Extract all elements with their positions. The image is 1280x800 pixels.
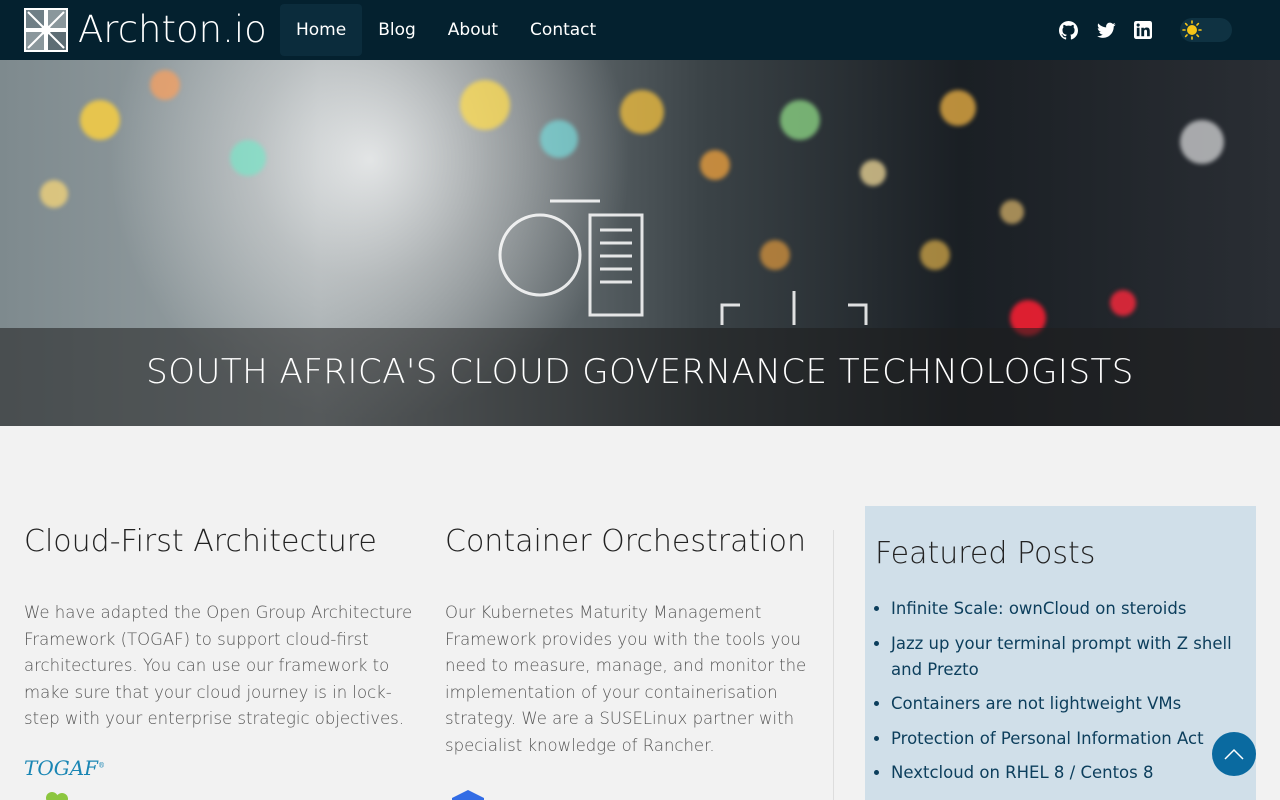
featured-post-link[interactable]: Jazz up your terminal prompt with Z shel… xyxy=(891,634,1232,679)
twitter-icon[interactable] xyxy=(1096,20,1116,40)
section-body: We have adapted the Open Group Architect… xyxy=(24,603,413,728)
hero-bokeh xyxy=(700,150,730,180)
hero-bokeh xyxy=(860,160,886,186)
container-orchestration-section: Container Orchestration Our Kubernetes M… xyxy=(445,520,835,759)
featured-post-link[interactable]: Nextcloud on RHEL 8 / Centos 8 xyxy=(891,763,1153,782)
hero-bokeh xyxy=(80,100,120,140)
nav-blog[interactable]: Blog xyxy=(362,4,432,56)
cloud-first-section: Cloud-First Architecture We have adapted… xyxy=(24,520,414,733)
hero-bokeh xyxy=(230,140,266,176)
list-item: Protection of Personal Information Act xyxy=(891,726,1246,752)
nav-home[interactable]: Home xyxy=(280,4,363,56)
list-item: Nextcloud on RHEL 8 / Centos 8 xyxy=(891,760,1246,786)
hero-bokeh xyxy=(940,90,976,126)
section-heading: Cloud-First Architecture xyxy=(24,524,377,559)
list-item: Jazz up your terminal prompt with Z shel… xyxy=(891,631,1246,683)
featured-post-link[interactable]: Containers are not lightweight VMs xyxy=(891,694,1181,713)
brand-link[interactable]: Archton.io xyxy=(24,8,267,52)
nav-contact[interactable]: Contact xyxy=(514,4,612,56)
list-item: Infinite Scale: ownCloud on steroids xyxy=(891,596,1246,622)
hero-bokeh xyxy=(460,80,510,130)
github-icon[interactable] xyxy=(1058,20,1078,40)
kubernetes-icon xyxy=(452,790,484,800)
featured-posts-list: Infinite Scale: ownCloud on steroids Jaz… xyxy=(875,596,1246,786)
hero-bokeh xyxy=(1110,290,1136,316)
hero-bokeh xyxy=(780,100,820,140)
nav-about[interactable]: About xyxy=(432,4,514,56)
chevron-up-icon xyxy=(1224,748,1244,760)
section-body: Our Kubernetes Maturity Management Frame… xyxy=(445,603,807,755)
hero-bokeh xyxy=(40,180,68,208)
hero-banner: SOUTH AFRICA'S CLOUD GOVERNANCE TECHNOLO… xyxy=(0,60,1280,426)
hero-bokeh xyxy=(620,90,664,134)
togaf-logo: TOGAF® xyxy=(24,756,106,780)
theme-toggle[interactable] xyxy=(1180,18,1232,42)
togaf-leaf-icon xyxy=(46,792,68,800)
hero-bokeh xyxy=(1000,200,1024,224)
featured-posts-title: Featured Posts xyxy=(875,536,1096,571)
featured-post-link[interactable]: Infinite Scale: ownCloud on steroids xyxy=(891,599,1186,618)
hero-title: SOUTH AFRICA'S CLOUD GOVERNANCE TECHNOLO… xyxy=(146,352,1134,392)
column-divider xyxy=(833,530,834,800)
featured-post-link[interactable]: Protection of Personal Information Act xyxy=(891,729,1204,748)
hero-bokeh xyxy=(540,120,578,158)
section-heading: Container Orchestration xyxy=(445,524,806,559)
brand-name: Archton.io xyxy=(78,8,267,51)
togaf-logo-text: TOGAF xyxy=(24,756,99,780)
hero-bokeh xyxy=(1180,120,1224,164)
main-nav: Home Blog About Contact xyxy=(280,4,612,56)
list-item: Containers are not lightweight VMs xyxy=(891,691,1246,717)
hero-bokeh xyxy=(920,240,950,270)
linkedin-icon[interactable] xyxy=(1133,20,1153,40)
top-navbar: Archton.io Home Blog About Contact xyxy=(0,0,1280,60)
brand-logo xyxy=(24,8,68,52)
hero-bokeh xyxy=(150,70,180,100)
hero-illustration xyxy=(498,199,868,325)
back-to-top-button[interactable] xyxy=(1212,732,1256,776)
featured-posts-panel: Featured Posts Infinite Scale: ownCloud … xyxy=(865,506,1256,800)
sun-icon xyxy=(1182,20,1202,40)
